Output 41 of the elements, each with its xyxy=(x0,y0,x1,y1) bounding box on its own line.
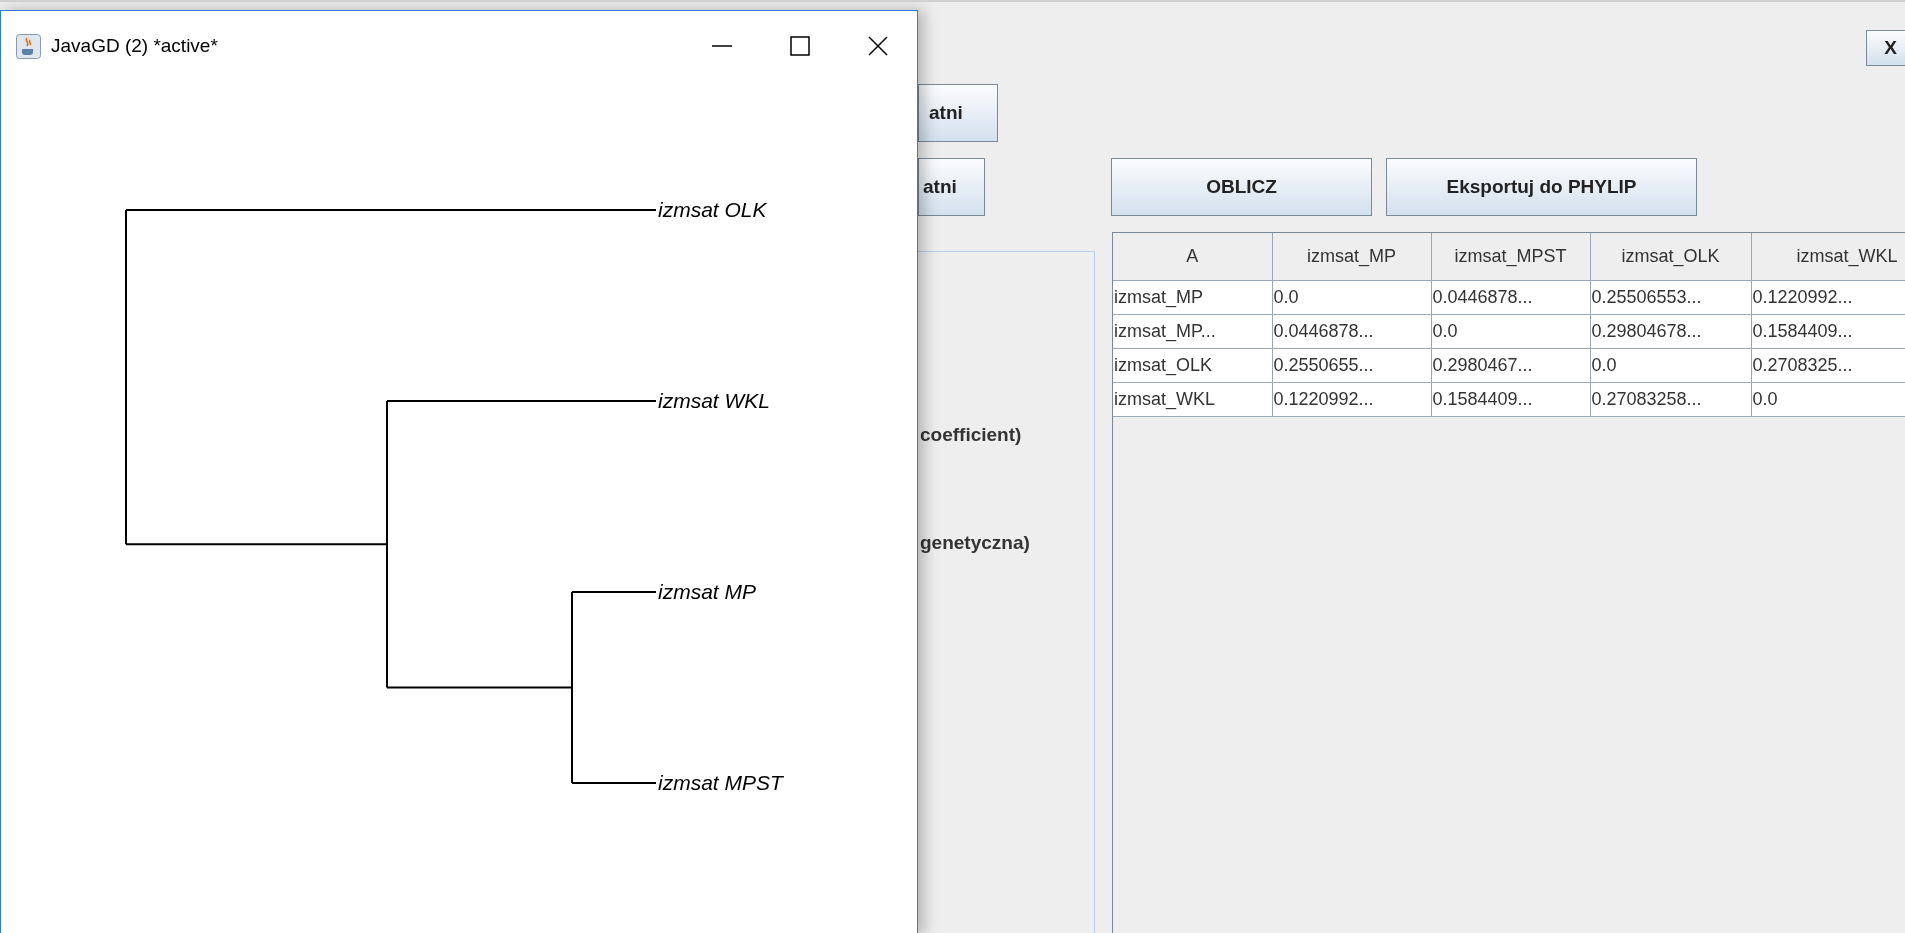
leaf-label: izmsat MPST xyxy=(658,771,783,794)
table-cell: 0.0 xyxy=(1590,348,1751,383)
leaf-label: izmsat OLK xyxy=(658,198,767,221)
side-button[interactable]: atni xyxy=(918,158,985,216)
table-cell: 0.1220992... xyxy=(1751,280,1905,315)
table-cell: 0.0446878... xyxy=(1431,280,1590,315)
column-header[interactable]: izmsat_MP xyxy=(1272,233,1431,281)
column-header[interactable]: A xyxy=(1113,233,1272,281)
side-button[interactable]: atni xyxy=(918,84,998,142)
table-cell: 0.1584409... xyxy=(1751,314,1905,349)
table-cell: 0.2550655... xyxy=(1272,348,1431,383)
table-cell: 0.0 xyxy=(1431,314,1590,349)
column-header[interactable]: izmsat_OLK xyxy=(1590,233,1751,281)
leaf-label: izmsat MP xyxy=(658,580,756,603)
table-cell: 0.1220992... xyxy=(1272,382,1431,417)
table-cell: 0.0 xyxy=(1751,382,1905,417)
close-icon xyxy=(867,35,889,57)
row-header-cell: izmsat_WKL xyxy=(1113,382,1272,417)
close-button[interactable]: X xyxy=(1866,30,1905,66)
column-header[interactable]: izmsat_MPST xyxy=(1431,233,1590,281)
table-cell: 0.2980467... xyxy=(1431,348,1590,383)
table-cell: 0.1584409... xyxy=(1431,382,1590,417)
table-cell: 0.0446878... xyxy=(1272,314,1431,349)
calculate-button[interactable]: OBLICZ xyxy=(1111,158,1372,216)
row-header-cell: izmsat_MP xyxy=(1113,280,1272,315)
row-header-cell: izmsat_OLK xyxy=(1113,348,1272,383)
maximize-icon xyxy=(789,35,811,57)
export-button[interactable]: Eksportuj do PHYLIP xyxy=(1386,158,1697,216)
window-title: JavaGD (2) *active* xyxy=(51,35,218,57)
table-cell: 0.27083258... xyxy=(1590,382,1751,417)
option-label: coefficient) xyxy=(920,424,1022,446)
table-cell: 0.25506553... xyxy=(1590,280,1751,315)
minimize-icon xyxy=(711,45,733,47)
column-header[interactable]: izmsat_WKL xyxy=(1751,233,1905,281)
option-label: genetyczna) xyxy=(920,532,1030,554)
table-cell: 0.29804678... xyxy=(1590,314,1751,349)
table-cell: 0.2708325... xyxy=(1751,348,1905,383)
row-header-cell: izmsat_MP... xyxy=(1113,314,1272,349)
leaf-label: izmsat WKL xyxy=(658,389,770,412)
table-cell: 0.0 xyxy=(1272,280,1431,315)
coffee-cup-icon xyxy=(16,33,41,59)
